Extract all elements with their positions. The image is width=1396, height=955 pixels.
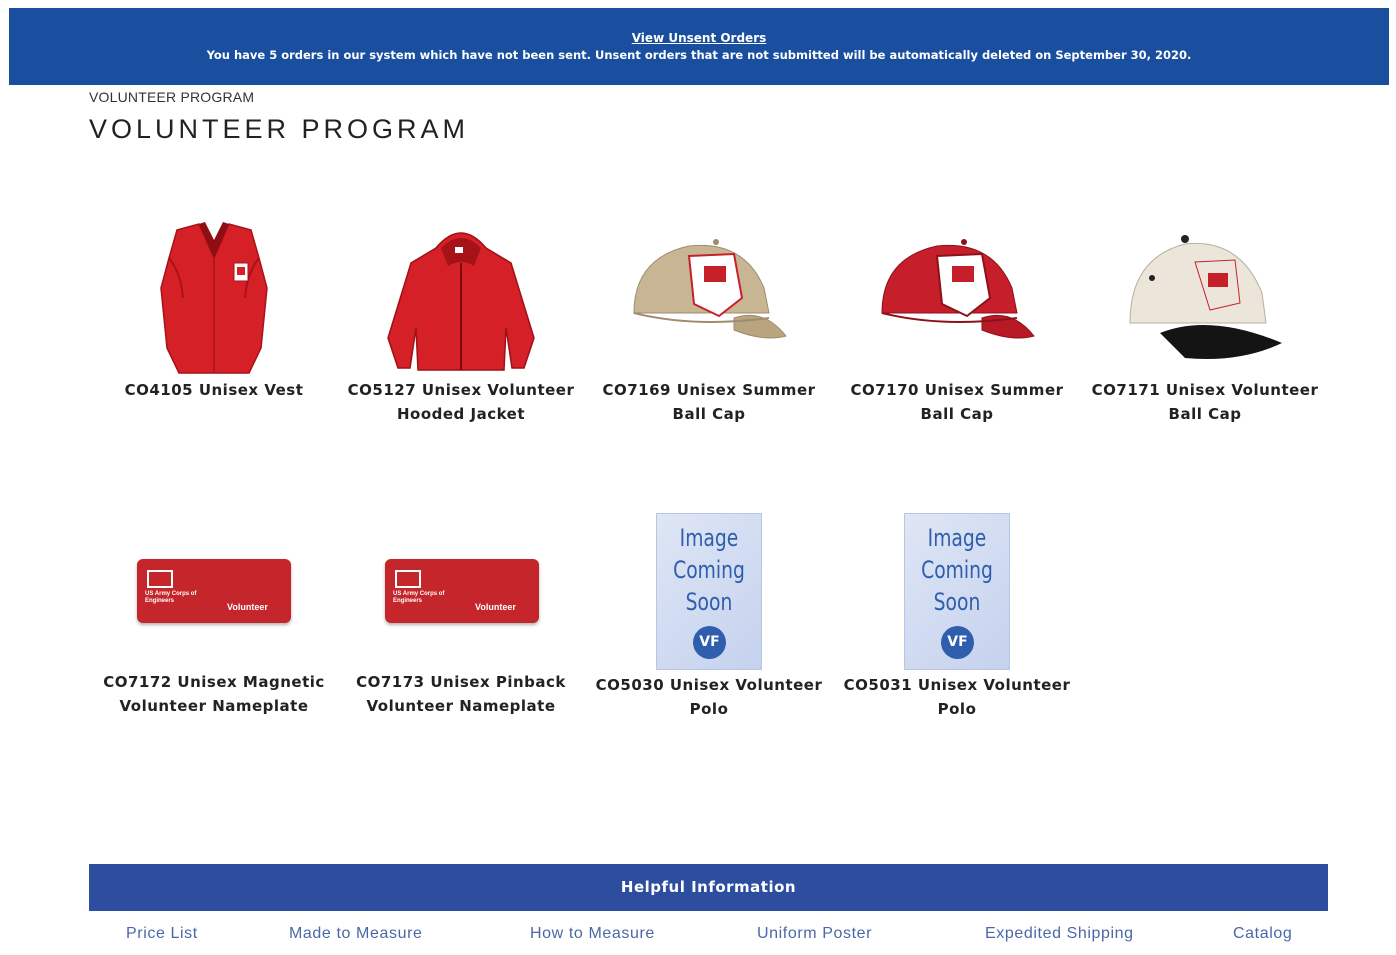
vest-icon — [160, 222, 268, 374]
placeholder-text: Image Coming Soon — [673, 524, 745, 616]
product-image[interactable]: Image Coming Soon VF — [594, 513, 824, 673]
product-image[interactable]: US Army Corps of Engineers Volunteer — [346, 510, 576, 670]
product-image[interactable] — [842, 218, 1072, 378]
product-image[interactable] — [1090, 218, 1320, 378]
view-unsent-orders-link[interactable]: View Unsent Orders — [9, 31, 1389, 45]
unsent-orders-banner: View Unsent Orders You have 5 orders in … — [9, 8, 1389, 85]
nameplate-org: US Army Corps of Engineers — [393, 591, 445, 604]
product-image[interactable] — [594, 218, 824, 378]
product-name[interactable]: CO5031 Unisex Volunteer Polo — [842, 673, 1072, 721]
placeholder-text: Image Coming Soon — [921, 524, 993, 616]
product-card[interactable]: CO7169 Unisex Summer Ball Cap — [594, 218, 824, 426]
product-name[interactable]: CO7170 Unisex Summer Ball Cap — [842, 378, 1072, 426]
nameplate-label: Volunteer — [227, 602, 268, 612]
how-to-measure-link[interactable]: How to Measure — [530, 925, 655, 943]
product-card[interactable]: CO5127 Unisex Volunteer Hooded Jacket — [346, 218, 576, 426]
helpful-information-bar: Helpful Information — [89, 864, 1328, 911]
product-name[interactable]: CO4105 Unisex Vest — [99, 378, 329, 402]
breadcrumb[interactable]: VOLUNTEER PROGRAM — [89, 89, 254, 105]
product-card[interactable]: CO7170 Unisex Summer Ball Cap — [842, 218, 1072, 426]
product-image[interactable] — [346, 218, 576, 378]
image-coming-soon-placeholder: Image Coming Soon VF — [656, 513, 762, 670]
page-title: VOLUNTEER PROGRAM — [89, 114, 470, 144]
expedited-shipping-link[interactable]: Expedited Shipping — [985, 925, 1134, 943]
product-image[interactable]: Image Coming Soon VF — [842, 513, 1072, 673]
magnetic-nameplate-icon: US Army Corps of Engineers Volunteer — [137, 559, 291, 623]
product-name[interactable]: CO7172 Unisex Magnetic Volunteer Namepla… — [99, 670, 329, 718]
catalog-link[interactable]: Catalog — [1233, 925, 1292, 943]
product-card[interactable]: CO4105 Unisex Vest — [99, 218, 329, 402]
nameplate-org: US Army Corps of Engineers — [145, 591, 197, 604]
price-list-link[interactable]: Price List — [126, 925, 198, 943]
product-image[interactable]: US Army Corps of Engineers Volunteer — [99, 510, 329, 670]
image-coming-soon-placeholder: Image Coming Soon VF — [904, 513, 1010, 670]
two-tone-ball-cap-icon — [1129, 235, 1282, 359]
unsent-orders-message: You have 5 orders in our system which ha… — [206, 48, 1192, 62]
product-name[interactable]: CO7173 Unisex Pinback Volunteer Nameplat… — [346, 670, 576, 718]
product-name[interactable]: CO7169 Unisex Summer Ball Cap — [594, 378, 824, 426]
pinback-nameplate-icon: US Army Corps of Engineers Volunteer — [385, 559, 539, 623]
product-name[interactable]: CO7171 Unisex Volunteer Ball Cap — [1090, 378, 1320, 426]
product-card[interactable]: US Army Corps of Engineers Volunteer CO7… — [99, 510, 329, 718]
hooded-jacket-icon — [387, 232, 535, 371]
product-name[interactable]: CO5127 Unisex Volunteer Hooded Jacket — [346, 378, 576, 426]
product-name[interactable]: CO5030 Unisex Volunteer Polo — [594, 673, 824, 721]
product-image[interactable] — [99, 218, 329, 378]
product-card[interactable]: Image Coming Soon VF CO5030 Unisex Volun… — [594, 513, 824, 721]
khaki-ball-cap-icon — [633, 239, 787, 339]
product-card[interactable]: Image Coming Soon VF CO5031 Unisex Volun… — [842, 513, 1072, 721]
vf-logo-icon: VF — [693, 626, 726, 659]
red-ball-cap-icon — [881, 239, 1035, 339]
vf-logo-icon: VF — [941, 626, 974, 659]
product-card[interactable]: CO7171 Unisex Volunteer Ball Cap — [1090, 218, 1320, 426]
uniform-poster-link[interactable]: Uniform Poster — [757, 925, 872, 943]
nameplate-label: Volunteer — [475, 602, 516, 612]
made-to-measure-link[interactable]: Made to Measure — [289, 925, 423, 943]
product-card[interactable]: US Army Corps of Engineers Volunteer CO7… — [346, 510, 576, 718]
